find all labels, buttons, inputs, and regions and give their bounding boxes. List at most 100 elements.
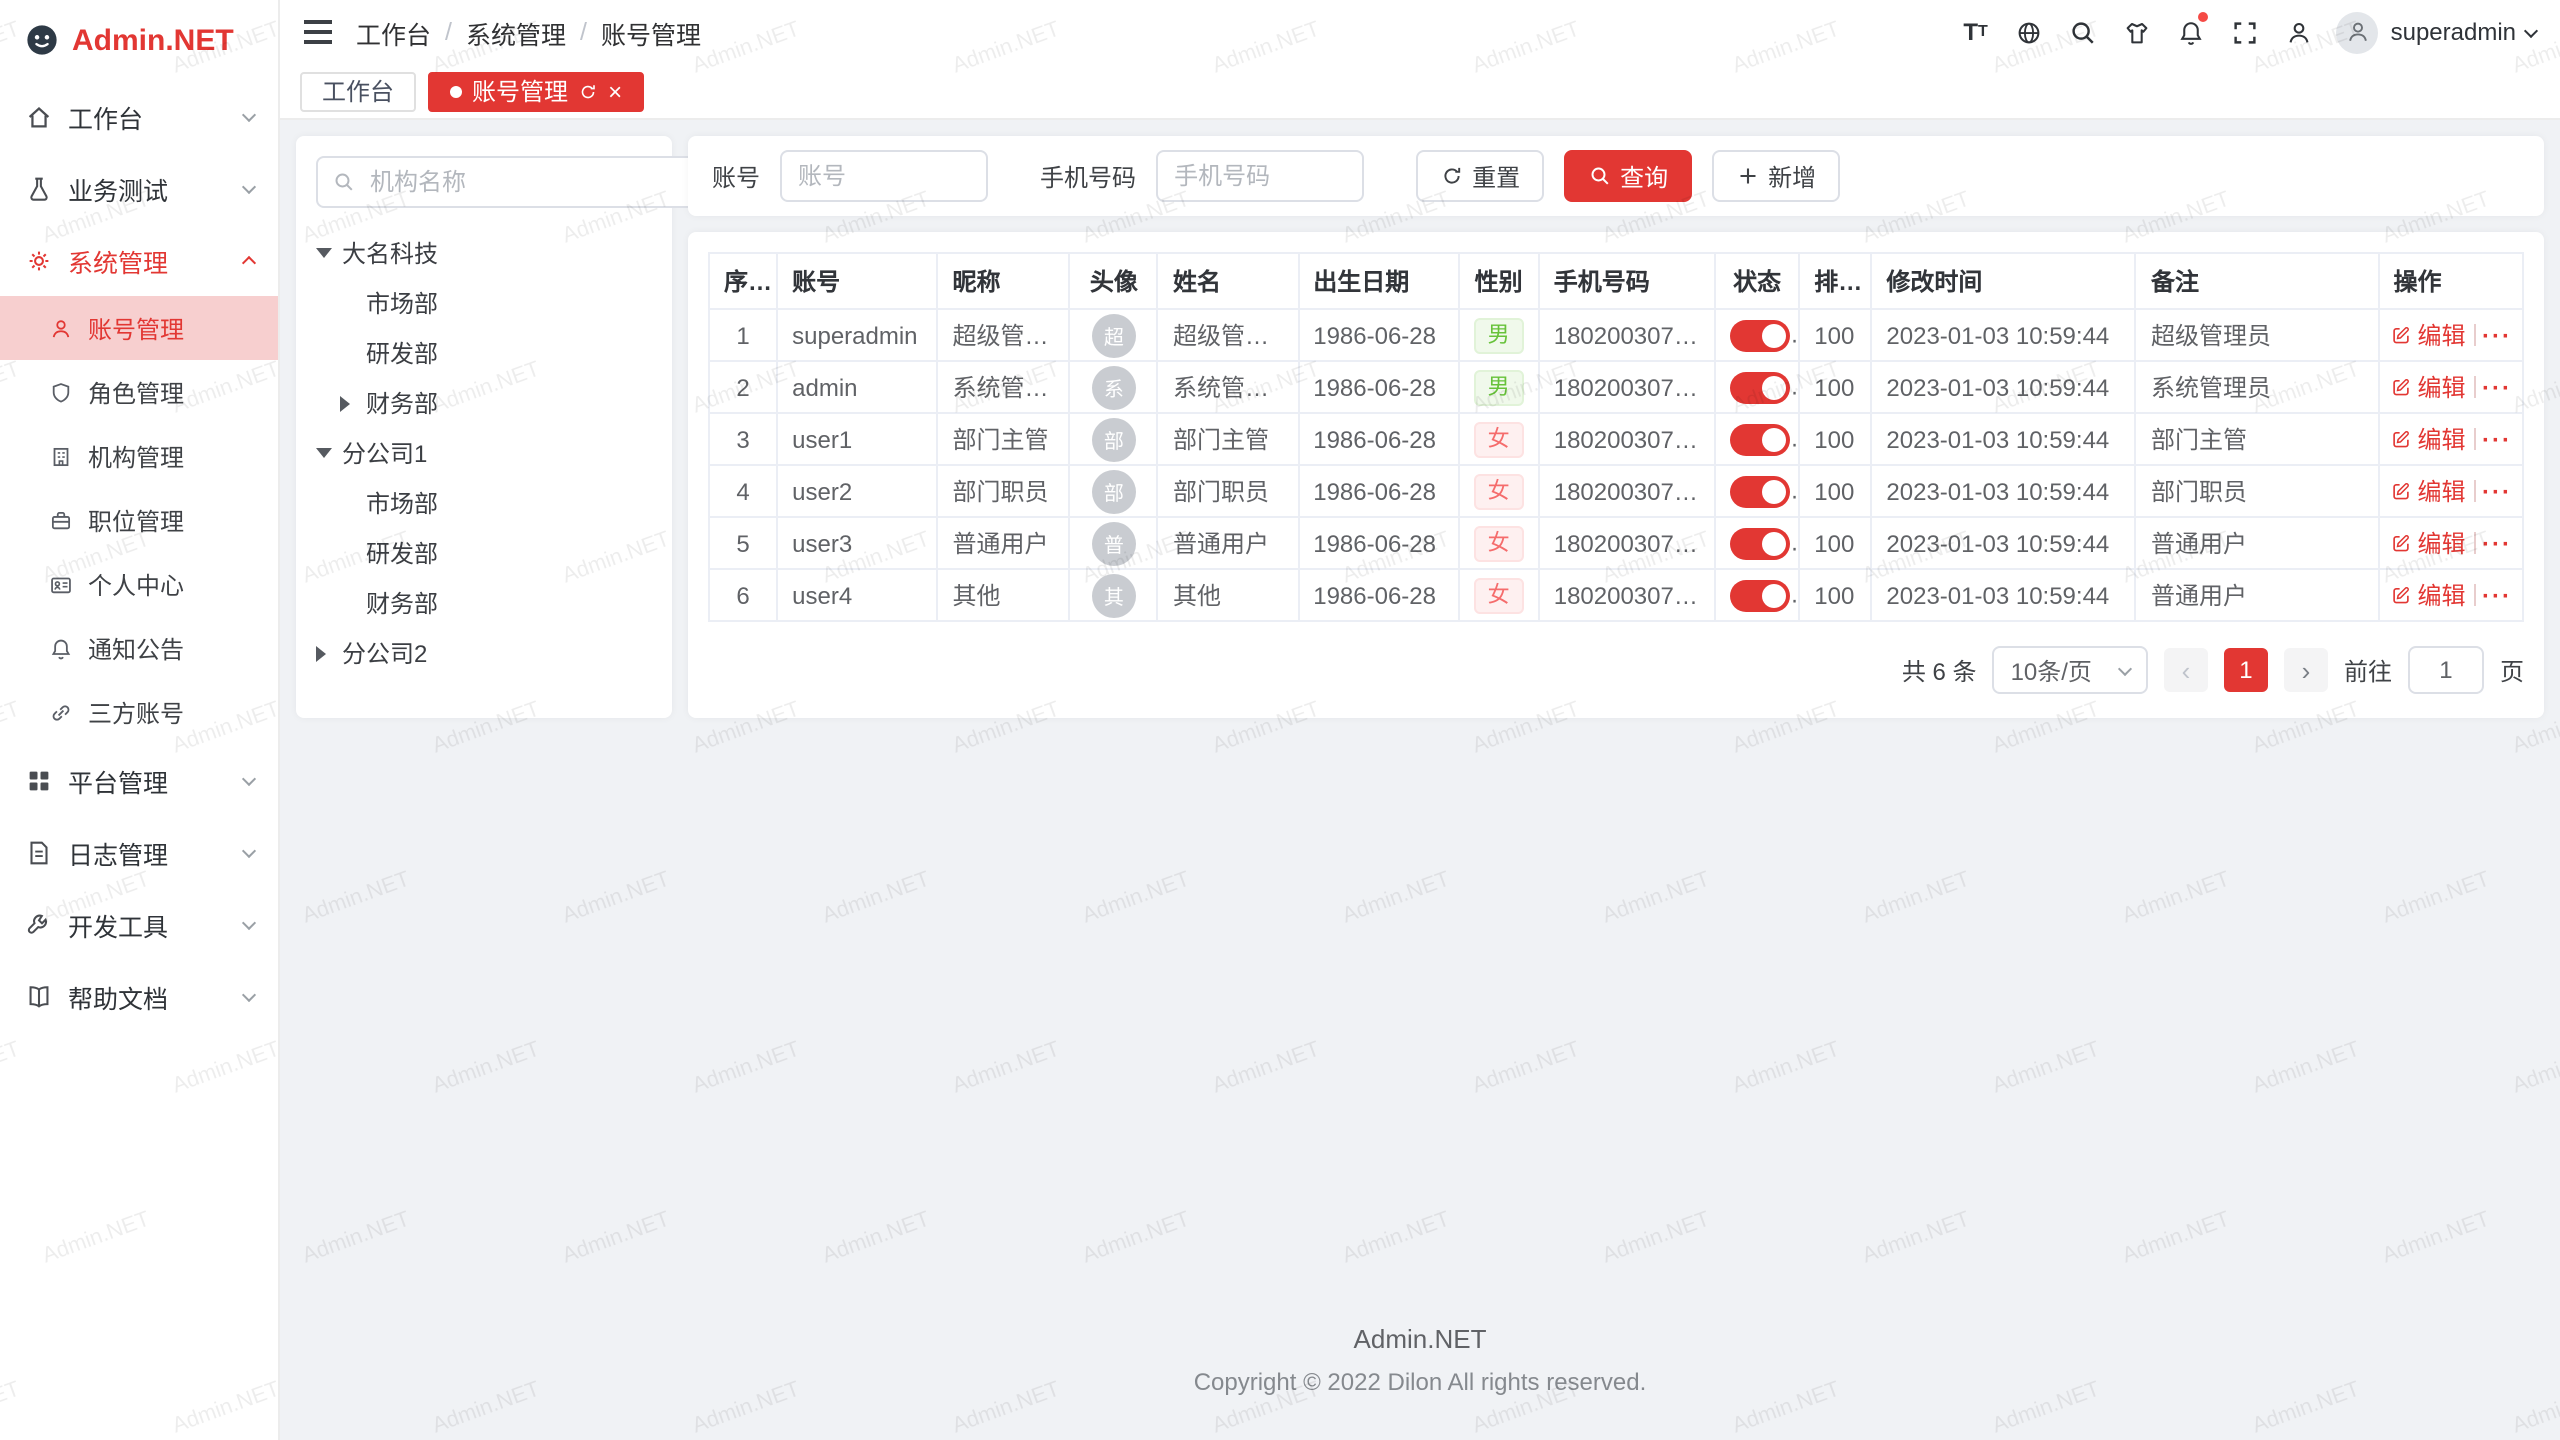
current-page-button[interactable]: 1 [2224,648,2268,692]
account-input[interactable] [780,150,988,202]
user-menu[interactable]: superadmin [2391,18,2536,46]
column-header: 备注 [2136,253,2379,309]
sidebar-item-system-mgmt[interactable]: 系统管理 [0,224,278,296]
sidebar-item-org-mgmt[interactable]: 机构管理 [0,424,278,488]
document-icon [24,837,54,867]
status-toggle[interactable] [1730,475,1790,507]
tree-node[interactable]: 研发部 [340,328,652,378]
sidebar-item-business-test[interactable]: 业务测试 [0,152,278,224]
edit-button[interactable]: 编辑 [2390,474,2466,508]
more-actions-button[interactable]: ··· [2482,425,2512,453]
sidebar-item-account-mgmt[interactable]: 账号管理 [0,296,278,360]
sidebar-item-platform-mgmt[interactable]: 平台管理 [0,744,278,816]
chevron-down-icon [242,843,256,857]
caret-right-icon[interactable] [340,395,366,411]
edit-icon [2390,324,2412,346]
row-avatar: 系 [1092,365,1136,409]
tree-node[interactable]: 财务部 [340,578,652,628]
content-columns: ··· 大名科技 市场部 [296,136,2544,718]
tree-node[interactable]: 市场部 [340,278,652,328]
tab-account-mgmt[interactable]: 账号管理 × [428,71,644,111]
sidebar-item-workbench[interactable]: 工作台 [0,80,278,152]
edit-button[interactable]: 编辑 [2390,370,2466,404]
more-actions-button[interactable]: ··· [2482,581,2512,609]
edit-button[interactable]: 编辑 [2390,422,2466,456]
prev-page-button[interactable]: ‹ [2164,648,2208,692]
tree-node[interactable]: 研发部 [340,528,652,578]
font-size-icon[interactable]: TT [1949,0,2003,64]
sidebar-item-position-mgmt[interactable]: 职位管理 [0,488,278,552]
sidebar-item-help-docs[interactable]: 帮助文档 [0,960,278,1032]
tree-node[interactable]: 分公司1 [316,428,652,478]
sidebar-item-label: 机构管理 [88,439,184,473]
status-toggle[interactable] [1730,579,1790,611]
more-actions-button[interactable]: ··· [2482,477,2512,505]
theme-skin-icon[interactable] [2111,0,2165,64]
breadcrumb-separator: / [445,18,452,46]
column-header: 操作 [2379,253,2524,309]
search-button[interactable]: 查询 [1564,150,1692,202]
next-page-button[interactable]: › [2284,648,2328,692]
row-avatar: 部 [1092,469,1136,513]
tab-workbench[interactable]: 工作台 [300,71,416,111]
tree-node[interactable]: 分公司2 [316,628,652,678]
sidebar-item-log-mgmt[interactable]: 日志管理 [0,816,278,888]
breadcrumb-item[interactable]: 工作台 [356,13,431,51]
column-header: 序号 [709,253,777,309]
edit-button[interactable]: 编辑 [2390,526,2466,560]
logo[interactable]: Admin.NET [0,0,278,80]
more-actions-button[interactable]: ··· [2482,529,2512,557]
sidebar-item-label: 开发工具 [68,905,168,943]
fullscreen-icon[interactable] [2219,0,2273,64]
right-column: 账号 手机号码 重置 查询 [688,136,2544,718]
caret-down-icon[interactable] [316,448,342,458]
edit-button[interactable]: 编辑 [2390,578,2466,612]
globe-icon[interactable] [2003,0,2057,64]
add-button[interactable]: 新增 [1712,150,1840,202]
search-icon[interactable] [2057,0,2111,64]
collapse-menu-icon[interactable] [304,20,332,44]
sidebar-item-third-party-account[interactable]: 三方账号 [0,680,278,744]
breadcrumb-item-current: 账号管理 [601,13,701,51]
sidebar-item-dev-tools[interactable]: 开发工具 [0,888,278,960]
sidebar-item-role-mgmt[interactable]: 角色管理 [0,360,278,424]
more-actions-button[interactable]: ··· [2482,321,2512,349]
org-search-input[interactable] [366,166,684,198]
gender-tag: 女 [1474,421,1524,457]
table-row: 1 superadmin 超级管理员 超 超级管理员 1986-06-28 男 … [709,309,2523,361]
edit-button[interactable]: 编辑 [2390,318,2466,352]
row-avatar: 部 [1092,417,1136,461]
id-card-icon [48,571,74,597]
page-size-select[interactable]: 10条/页 [1993,646,2148,694]
refresh-icon[interactable] [578,81,598,101]
pagination: 共 6 条 10条/页 ‹ 1 › 前往 页 [708,622,2524,694]
tree-node[interactable]: 市场部 [340,478,652,528]
avatar[interactable] [2337,11,2379,53]
bell-icon[interactable] [2165,0,2219,64]
sidebar-item-personal-center[interactable]: 个人中心 [0,552,278,616]
caret-down-icon[interactable] [316,248,342,258]
close-icon[interactable]: × [608,79,622,103]
caret-right-icon[interactable] [316,645,342,661]
goto-page-input[interactable] [2408,646,2484,694]
table-row: 2 admin 系统管理员 系 系统管理员 1986-06-28 男 18020… [709,361,2523,413]
sidebar-item-label: 通知公告 [88,631,184,665]
breadcrumb-item[interactable]: 系统管理 [466,13,566,51]
status-toggle[interactable] [1730,527,1790,559]
status-toggle[interactable] [1730,319,1790,351]
brand-title: Admin.NET [72,23,234,57]
reset-button[interactable]: 重置 [1416,150,1544,202]
profile-icon[interactable] [2273,0,2327,64]
top-bar: 工作台 / 系统管理 / 账号管理 TT superadmin [280,0,2560,64]
row-avatar: 其 [1092,573,1136,617]
tree-node-label: 市场部 [366,286,438,320]
tree-node[interactable]: 财务部 [340,378,652,428]
status-toggle[interactable] [1730,371,1790,403]
sidebar-item-notice[interactable]: 通知公告 [0,616,278,680]
phone-input[interactable] [1156,150,1364,202]
table-row: 6 user4 其他 其 其他 1986-06-28 女 18020030720 [709,569,2523,621]
tree-node[interactable]: 大名科技 [316,228,652,278]
more-actions-button[interactable]: ··· [2482,373,2512,401]
edit-icon [2390,532,2412,554]
status-toggle[interactable] [1730,423,1790,455]
